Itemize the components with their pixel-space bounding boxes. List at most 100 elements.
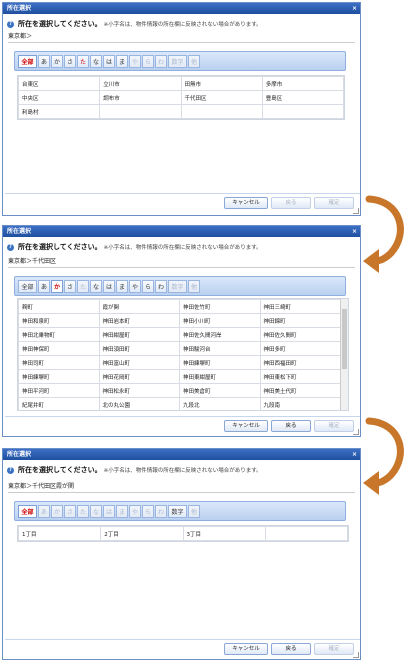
list-item[interactable]: 九段北 [179,397,261,410]
list-item[interactable]: 神田錦町 [259,313,341,328]
dialog-titlebar[interactable]: 所在選択 × [3,226,360,237]
dialog-titlebar[interactable]: 所在選択 × [3,449,360,460]
tab-ka[interactable]: か [51,279,63,293]
tab-ta[interactable]: た [77,279,89,293]
back-button[interactable]: 戻る [271,420,311,432]
tab-ka[interactable]: か [51,504,63,518]
tab-sa[interactable]: さ [64,279,76,293]
tab-other[interactable]: 他 [188,504,200,518]
list-item[interactable]: 1丁目 [17,526,102,541]
list-item[interactable]: 神田松永町 [98,383,180,398]
list-item[interactable]: 麹町 [18,299,100,314]
list-item[interactable]: 立川市 [99,76,182,91]
confirm-button[interactable]: 確定 [314,197,354,209]
tab-ya[interactable]: や [129,504,141,518]
tab-ka[interactable]: か [51,54,63,68]
list-item[interactable]: 霞が関 [98,299,180,314]
list-item[interactable]: 神田美倉町 [179,383,261,398]
tab-na[interactable]: な [90,504,102,518]
dialog-titlebar[interactable]: 所在選択 × [3,3,360,14]
list-item[interactable]: 神田小川町 [179,313,261,328]
list-item[interactable]: 神田佐久間町 [259,327,341,342]
list-item[interactable]: 神田花岡町 [98,369,180,384]
list-item[interactable]: 神田佐竹町 [179,299,261,314]
list-item[interactable]: 2丁目 [100,526,184,541]
list-item[interactable]: 神田北乗物町 [18,327,100,342]
list-item[interactable]: 多摩市 [261,76,345,91]
tab-wa[interactable]: わ [155,54,167,68]
tab-wa[interactable]: わ [155,504,167,518]
list-item[interactable]: 紀尾井町 [18,397,100,410]
list-item[interactable]: 神田多町 [259,341,341,356]
scrollbar-thumb[interactable] [342,309,347,369]
tab-ya[interactable]: や [129,54,141,68]
list-item[interactable]: 神田和泉町 [18,313,100,328]
list-item[interactable]: 中央区 [17,90,101,105]
tab-ya[interactable]: や [129,279,141,293]
tab-a[interactable]: あ [38,504,50,518]
back-button[interactable]: 戻る [271,643,311,655]
close-icon[interactable]: × [352,226,357,237]
close-icon[interactable]: × [352,3,357,14]
resize-grip-icon[interactable] [353,652,359,658]
list-item[interactable]: 神田美土代町 [259,383,341,398]
list-item[interactable]: 千代田区 [180,90,263,105]
tab-ta[interactable]: た [77,54,89,68]
list-item[interactable]: 神田東紺屋町 [179,369,261,384]
tab-all[interactable]: 全部 [18,54,37,68]
tab-other[interactable]: 他 [188,54,200,68]
back-button[interactable]: 戻る [271,197,311,209]
list-item[interactable]: 神田平河町 [18,383,100,398]
tab-ma[interactable]: ま [116,504,128,518]
confirm-button[interactable]: 確定 [314,420,354,432]
list-item[interactable]: 神田東松下町 [259,369,341,384]
cancel-button[interactable]: キャンセル [224,643,268,655]
list-item[interactable]: 神田佐久間河岸 [179,327,261,342]
tab-a[interactable]: あ [38,54,50,68]
list-item[interactable]: 田無市 [180,76,263,91]
list-item[interactable]: 北の丸公園 [98,397,180,410]
list-item[interactable]: 豊島区 [261,90,345,105]
tab-na[interactable]: な [90,54,102,68]
cancel-button[interactable]: キャンセル [224,197,268,209]
tab-ha[interactable]: は [103,54,115,68]
tab-na[interactable]: な [90,279,102,293]
tab-all[interactable]: 全部 [18,279,37,293]
list-item[interactable]: 神田紺屋町 [98,327,180,342]
close-icon[interactable]: × [352,449,357,460]
tab-all[interactable]: 全部 [18,504,37,518]
resize-grip-icon[interactable] [353,208,359,214]
list-item[interactable]: 九段南 [259,397,341,410]
tab-ra[interactable]: ら [142,279,154,293]
list-item[interactable]: 3丁目 [182,526,266,541]
list-item[interactable]: 神田西福田町 [259,355,341,370]
list-item[interactable]: 神田練塀町 [179,355,261,370]
tab-sa[interactable]: さ [64,504,76,518]
tab-other[interactable]: 他 [188,279,200,293]
tab-sa[interactable]: さ [64,54,76,68]
list-item[interactable]: 調布市 [99,90,182,105]
list-item[interactable]: 神田富山町 [98,355,180,370]
tab-ha[interactable]: は [103,279,115,293]
tab-a[interactable]: あ [38,279,50,293]
tab-wa[interactable]: わ [155,279,167,293]
list-item[interactable]: 利島村 [17,104,101,119]
tab-number[interactable]: 数字 [168,54,187,68]
tab-number[interactable]: 数字 [168,504,187,518]
list-item[interactable]: 神田三崎町 [259,299,341,314]
list-item[interactable]: 神田岩本町 [98,313,180,328]
list-item[interactable]: 神田駿河台 [179,341,261,356]
tab-ta[interactable]: た [77,504,89,518]
tab-ma[interactable]: ま [116,54,128,68]
list-item[interactable]: 神田練塀町 [18,369,100,384]
tab-ra[interactable]: ら [142,54,154,68]
tab-ha[interactable]: は [103,504,115,518]
vertical-scrollbar[interactable] [340,299,348,410]
list-item[interactable]: 神田司町 [18,355,100,370]
list-item[interactable]: 台東区 [17,76,101,91]
tab-ma[interactable]: ま [116,279,128,293]
list-item[interactable]: 神田神保町 [18,341,100,356]
resize-grip-icon[interactable] [353,429,359,435]
list-item[interactable]: 神田須田町 [98,341,180,356]
tab-ra[interactable]: ら [142,504,154,518]
